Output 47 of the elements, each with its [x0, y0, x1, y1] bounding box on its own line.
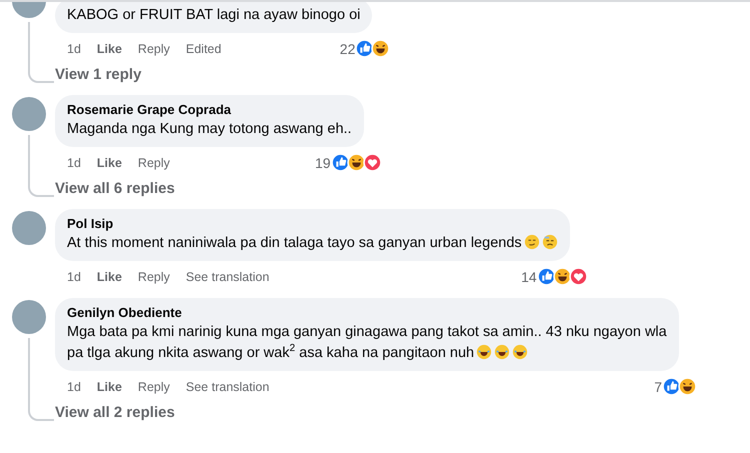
tears-of-joy-icon: [512, 344, 528, 360]
laughing-face-icon: [678, 377, 697, 396]
action-link[interactable]: See translation: [186, 270, 270, 284]
thumbs-up-icon: [536, 267, 556, 286]
comment-text: At this moment naniniwala pa din talaga tayo sa ganyan urban legends: [67, 233, 558, 254]
author-name[interactable]: Genilyn Obediente: [67, 305, 667, 320]
author-name[interactable]: Pol Isip: [67, 216, 558, 231]
comment-time[interactable]: 1d: [67, 42, 81, 56]
author-name[interactable]: Rosemarie Grape Coprada: [67, 102, 352, 117]
reply-link[interactable]: Reply: [138, 42, 170, 56]
sad-face-icon: [542, 234, 558, 250]
reply-link[interactable]: Reply: [138, 156, 170, 170]
tears-of-joy-icon: [476, 344, 492, 360]
reaction-count[interactable]: 14: [521, 268, 537, 284]
laughing-face-icon: [552, 267, 572, 286]
action-link[interactable]: Edited: [186, 42, 222, 56]
reaction-count[interactable]: 19: [314, 154, 331, 170]
like-link[interactable]: Like: [96, 270, 122, 284]
reaction-count[interactable]: 22: [340, 40, 356, 56]
thread-line: [28, 135, 54, 197]
reply-link[interactable]: Reply: [138, 270, 170, 284]
comment-text: Mga bata pa kmi narinig kuna mga ganyan ginagawa pang takot sa amin.. 43 nku ngayon wla pa tlga akung nkita aswang or wak$^{2}$ asa kaha na pangitaon nuh: [67, 323, 667, 363]
laughing-face-icon: [371, 39, 390, 58]
thumbs-up-icon: [330, 153, 350, 172]
like-link[interactable]: Like: [96, 380, 122, 394]
tears-of-joy-icon: [494, 344, 510, 360]
avatar[interactable]: [12, 211, 46, 245]
avatar[interactable]: [12, 97, 46, 131]
action-link[interactable]: See translation: [186, 380, 270, 394]
view-replies-link[interactable]: View all 6 replies: [55, 180, 175, 197]
comment-time[interactable]: 1d: [67, 156, 81, 170]
like-link[interactable]: Like: [96, 42, 122, 56]
reply-link[interactable]: Reply: [138, 380, 170, 394]
laughing-face-icon: [346, 153, 366, 172]
comment-text: KABOG or FRUIT BAT lagi na ayaw binogo oi: [67, 6, 360, 25]
comment-text: Maganda nga Kung may totong aswang eh..: [67, 120, 352, 139]
thumbs-up-icon: [662, 377, 681, 396]
reaction-count[interactable]: 7: [654, 378, 662, 394]
view-replies-link[interactable]: View all 2 replies: [55, 404, 175, 421]
like-link[interactable]: Like: [96, 156, 122, 170]
thumbs-up-icon: [355, 39, 374, 58]
view-replies-link[interactable]: View 1 reply: [55, 66, 142, 83]
smirking-face-icon: [524, 234, 540, 250]
thread-line: [28, 22, 54, 83]
comment-time[interactable]: 1d: [67, 380, 81, 394]
avatar[interactable]: [12, 300, 46, 334]
comment-time[interactable]: 1d: [67, 270, 81, 284]
